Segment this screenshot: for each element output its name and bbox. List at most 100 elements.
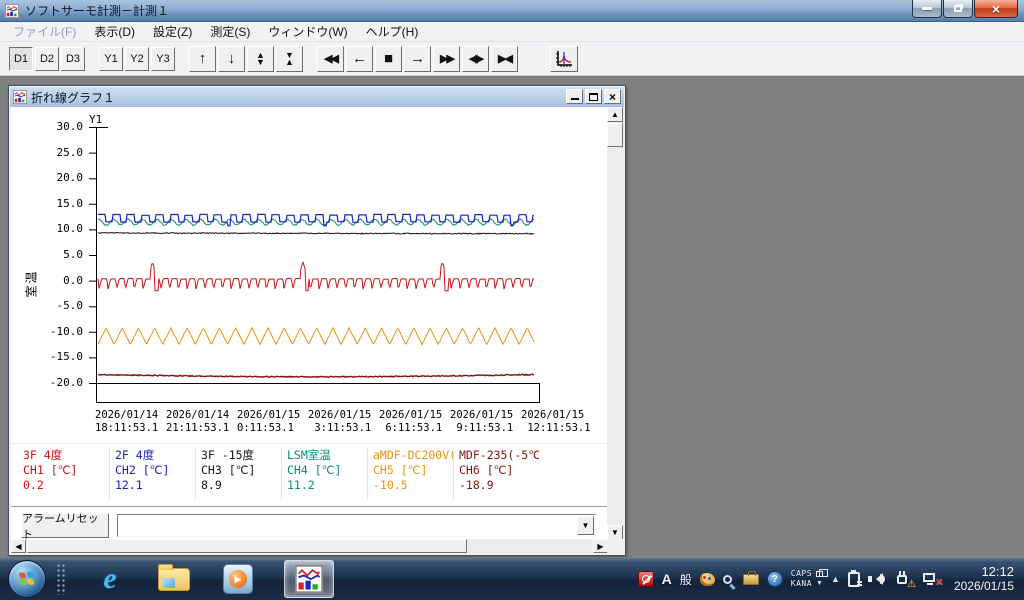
measurement-app-taskbar-button[interactable] bbox=[284, 560, 334, 598]
y-tick-label: 15.0 bbox=[41, 197, 83, 210]
x-tick-label: 2026/01/15 9:11:53.1 bbox=[450, 409, 526, 435]
channel-name: LSM室温 bbox=[287, 448, 367, 463]
toolbar-button-y3[interactable]: Y3 bbox=[151, 47, 175, 71]
compress-vertical-button-icon: ▼▲ bbox=[285, 52, 294, 66]
volume-tray-icon[interactable] bbox=[868, 571, 888, 587]
compress-vertical-button[interactable]: ▼▲ bbox=[276, 46, 303, 72]
expand-horizontal-button[interactable]: ◀▶ bbox=[462, 46, 489, 72]
x-tick-label: 2026/01/150:11:53.1 bbox=[237, 409, 313, 435]
windows-stack-icon bbox=[816, 571, 823, 577]
error-cross-icon: × bbox=[936, 575, 943, 589]
message-combobox[interactable]: ▼ bbox=[117, 514, 596, 537]
media-player-taskbar-button[interactable]: ▶ bbox=[218, 560, 258, 598]
expand-vertical-button[interactable]: ▲▼ bbox=[247, 46, 274, 72]
scroll-up-arrow[interactable]: ▲ bbox=[607, 107, 623, 122]
toolbar-button-y2[interactable]: Y2 bbox=[125, 47, 149, 71]
ime-general-indicator[interactable]: 般 bbox=[680, 571, 692, 588]
graph-minimize-button[interactable] bbox=[566, 89, 583, 104]
antivirus-tray-icon[interactable] bbox=[638, 571, 654, 587]
triangle-down-icon: ▼ bbox=[611, 528, 619, 537]
scroll-down-arrow[interactable]: ▼ bbox=[607, 525, 623, 540]
toolbar-button-y1[interactable]: Y1 bbox=[99, 47, 123, 71]
alarm-reset-button[interactable]: アラームリセット bbox=[21, 513, 109, 538]
series-ch2-line bbox=[98, 214, 534, 226]
app-icon bbox=[5, 4, 19, 18]
ime-palette-icon[interactable] bbox=[700, 573, 715, 586]
combobox-dropdown-button[interactable]: ▼ bbox=[577, 516, 594, 535]
menu-item-2[interactable]: 設定(Z) bbox=[144, 21, 201, 42]
window-controls: × bbox=[911, 0, 1018, 18]
legend-channel-4: LSM室温CH4 [℃]11.2 bbox=[281, 448, 367, 500]
show-hidden-icons-chevron[interactable]: ▲ bbox=[831, 574, 840, 584]
restore-button[interactable] bbox=[943, 0, 973, 18]
close-button[interactable]: × bbox=[974, 0, 1018, 18]
menu-item-4[interactable]: ウィンドウ(W) bbox=[259, 21, 356, 42]
ie-taskbar-button[interactable]: e bbox=[90, 560, 130, 598]
display-button-group: D1D2D3 bbox=[9, 47, 87, 71]
ime-state-indicator[interactable]: CAPS KANA▼ bbox=[791, 569, 823, 589]
stop-button[interactable]: ■ bbox=[375, 46, 402, 72]
graph-content: Y1 室温 30.025.020.015.010.05.00.0-5.0-10.… bbox=[11, 107, 608, 540]
expand-vertical-button-icon: ▲▼ bbox=[256, 52, 265, 66]
toolbar-button-d2[interactable]: D2 bbox=[35, 47, 59, 71]
fast-forward-button[interactable]: ▶▶ bbox=[433, 46, 460, 72]
graph-close-button[interactable]: × bbox=[604, 89, 621, 104]
triangle-right-icon: ▶ bbox=[597, 542, 603, 551]
chevron-down-icon: ▼ bbox=[816, 579, 823, 589]
channel-legend: 3F 4度CH1 [℃]0.22F 4度CH2 [℃]12.13F -15度CH… bbox=[11, 448, 608, 500]
app-titlebar[interactable]: ソフトサーモ計測－計測１ × bbox=[0, 0, 1024, 22]
network-error-tray-icon[interactable]: × bbox=[922, 571, 942, 587]
graph-window-titlebar[interactable]: 折れ線グラフ１ × bbox=[10, 87, 624, 107]
scroll-down-button[interactable]: ↓ bbox=[218, 46, 245, 72]
minimize-icon bbox=[922, 7, 932, 10]
clock[interactable]: 12:12 2026/01/15 bbox=[954, 564, 1014, 594]
legend-channel-2: 2F 4度CH2 [℃]12.1 bbox=[109, 448, 195, 500]
x-tick-label: 2026/01/15 3:11:53.1 bbox=[308, 409, 384, 435]
ime-mode-indicator[interactable]: A bbox=[662, 571, 672, 587]
menu-item-3[interactable]: 測定(S) bbox=[201, 21, 259, 42]
horizontal-scrollbar[interactable]: ◀ ▶ bbox=[11, 539, 608, 553]
y-axis-name: Y1 bbox=[89, 113, 102, 126]
compress-horizontal-button[interactable]: ▶◀ bbox=[491, 46, 518, 72]
x-tick-label: 2026/01/1418:11:53.1 bbox=[95, 409, 171, 435]
graph-settings-button[interactable] bbox=[550, 46, 578, 72]
start-button[interactable] bbox=[8, 560, 46, 598]
y-tick-label: 20.0 bbox=[41, 171, 83, 184]
graph-window: 折れ線グラフ１ × Y1 室温 30.025.020.015.010.05.00… bbox=[8, 85, 626, 556]
legend-channel-1: 3F 4度CH1 [℃]0.2 bbox=[23, 448, 109, 500]
power-warning-tray-icon[interactable]: ⚠ bbox=[896, 571, 914, 587]
scroll-left-arrow[interactable]: ◀ bbox=[11, 539, 26, 553]
fast-rewind-button[interactable]: ◀◀ bbox=[317, 46, 344, 72]
series-ch5-line bbox=[98, 328, 534, 345]
clipboard-tray-icon[interactable] bbox=[848, 572, 860, 587]
scroll-range-box bbox=[97, 384, 540, 403]
step-left-button[interactable]: ← bbox=[346, 46, 373, 72]
menu-item-1[interactable]: 表示(D) bbox=[85, 21, 144, 42]
explorer-taskbar-button[interactable] bbox=[154, 560, 194, 598]
step-right-button[interactable]: → bbox=[404, 46, 431, 72]
series-ch1-line bbox=[98, 262, 534, 290]
vertical-scrollbar[interactable]: ▲ ▼ bbox=[607, 107, 623, 540]
minimize-button[interactable] bbox=[912, 0, 942, 18]
toolbar-button-d3[interactable]: D3 bbox=[61, 47, 85, 71]
channel-label: CH2 [℃] bbox=[115, 463, 195, 478]
internet-explorer-icon: e bbox=[103, 562, 116, 596]
triangle-left-icon: ◀ bbox=[15, 542, 21, 551]
toolbar-button-d1[interactable]: D1 bbox=[9, 47, 33, 71]
channel-label: CH1 [℃] bbox=[23, 463, 109, 478]
toolbox-tray-icon[interactable] bbox=[743, 574, 759, 585]
menubar: ファイル(F)表示(D)設定(Z)測定(S)ウィンドウ(W)ヘルプ(H) bbox=[0, 22, 1024, 42]
measurement-app-icon bbox=[294, 565, 324, 593]
menu-item-5[interactable]: ヘルプ(H) bbox=[357, 21, 428, 42]
folder-icon bbox=[158, 568, 190, 591]
horizontal-scroll-thumb[interactable] bbox=[27, 539, 467, 553]
graph-maximize-button[interactable] bbox=[585, 89, 602, 104]
menu-item-0[interactable]: ファイル(F) bbox=[4, 21, 85, 42]
vertical-scroll-thumb[interactable] bbox=[607, 123, 623, 147]
scroll-right-arrow[interactable]: ▶ bbox=[593, 539, 608, 553]
series-ch6-line bbox=[98, 374, 534, 377]
search-tray-icon[interactable] bbox=[723, 575, 732, 584]
vertical-nav-group: ↑↓ ▲▼ ▼▲ bbox=[189, 46, 305, 72]
help-tray-icon[interactable]: ? bbox=[767, 571, 783, 587]
scroll-up-button[interactable]: ↑ bbox=[189, 46, 216, 72]
